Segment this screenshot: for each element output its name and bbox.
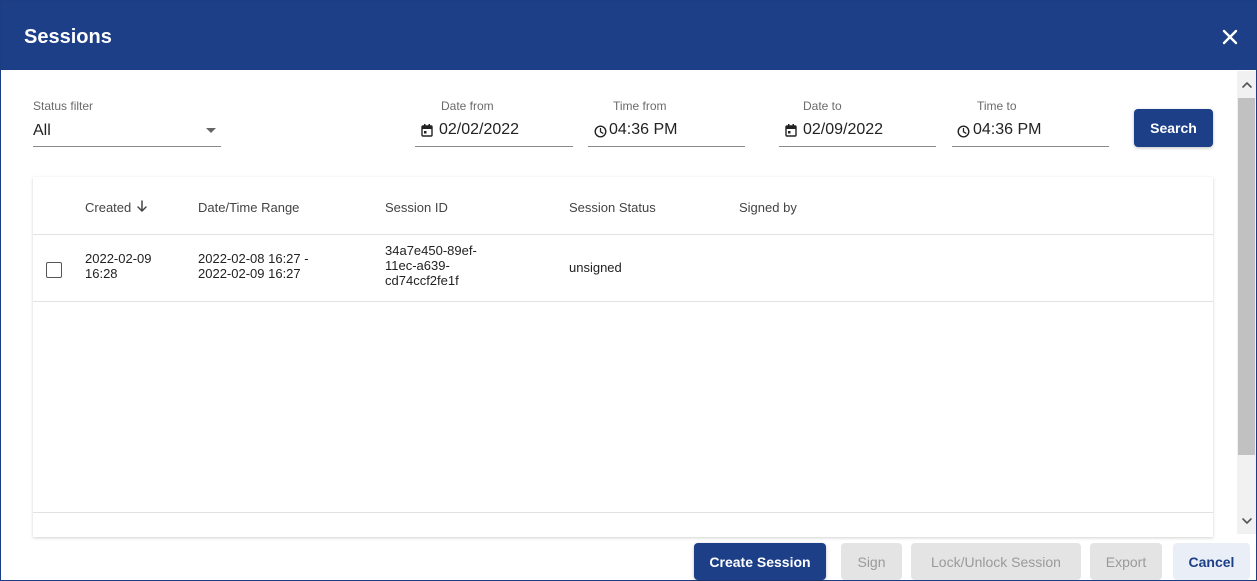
sign-button[interactable]: Sign: [841, 543, 902, 580]
column-header-session-status[interactable]: Session Status: [569, 200, 656, 215]
date-from-underline: [415, 146, 573, 147]
status-filter-value[interactable]: All: [33, 122, 51, 140]
status-filter-underline: [33, 146, 221, 147]
date-from-label: Date from: [441, 99, 494, 113]
column-header-created[interactable]: Created: [85, 200, 131, 215]
column-header-session-id[interactable]: Session ID: [385, 200, 448, 215]
cancel-button[interactable]: Cancel: [1173, 543, 1250, 580]
cell-created-time: 16:28: [85, 266, 118, 281]
time-from-label: Time from: [613, 99, 667, 113]
time-from-underline: [588, 146, 745, 147]
search-button[interactable]: Search: [1134, 109, 1213, 147]
cell-session-status: unsigned: [569, 260, 622, 275]
clock-icon: [594, 125, 607, 138]
date-from-input[interactable]: 02/02/2022: [439, 121, 519, 139]
export-button[interactable]: Export: [1090, 543, 1162, 580]
cell-session-id-part3: cd74ccf2fe1f: [385, 273, 459, 288]
dialog-titlebar: Sessions: [1, 1, 1256, 70]
date-to-label: Date to: [803, 99, 842, 113]
cell-range-start: 2022-02-08 16:27 -: [198, 251, 309, 266]
header-divider: [33, 234, 1213, 235]
chevron-up-icon[interactable]: [1240, 79, 1254, 91]
table-footer-divider: [33, 512, 1213, 513]
cell-session-id-part1: 34a7e450-89ef-: [385, 243, 477, 258]
chevron-down-icon[interactable]: [206, 128, 216, 133]
column-header-date-time-range[interactable]: Date/Time Range: [198, 200, 299, 215]
lock-unlock-session-button[interactable]: Lock/Unlock Session: [911, 543, 1081, 580]
status-filter-label: Status filter: [33, 99, 94, 113]
row-checkbox[interactable]: [46, 262, 62, 278]
sessions-dialog: Sessions Status filter All Date from 02/…: [0, 0, 1257, 581]
cell-range-end: 2022-02-09 16:27: [198, 266, 301, 281]
arrow-down-icon[interactable]: [136, 200, 148, 213]
sessions-table: Created Date/Time Range Session ID Sessi…: [33, 177, 1213, 537]
row-divider: [33, 301, 1213, 302]
cell-created-date: 2022-02-09: [85, 251, 152, 266]
scrollbar-thumb[interactable]: [1238, 98, 1255, 455]
time-to-label: Time to: [977, 99, 1017, 113]
calendar-icon: [785, 124, 797, 137]
time-to-input[interactable]: 04:36 PM: [973, 121, 1041, 139]
dialog-title: Sessions: [24, 26, 112, 48]
date-to-input[interactable]: 02/09/2022: [803, 121, 883, 139]
time-to-underline: [952, 146, 1109, 147]
create-session-button[interactable]: Create Session: [694, 543, 826, 580]
time-from-input[interactable]: 04:36 PM: [609, 121, 677, 139]
clock-icon: [957, 125, 970, 138]
cell-session-id-part2: 11ec-a639-: [385, 258, 450, 273]
close-icon[interactable]: [1220, 27, 1240, 47]
date-to-underline: [779, 146, 936, 147]
calendar-icon: [421, 124, 433, 137]
column-header-signed-by[interactable]: Signed by: [739, 200, 797, 215]
chevron-down-icon[interactable]: [1240, 515, 1254, 527]
